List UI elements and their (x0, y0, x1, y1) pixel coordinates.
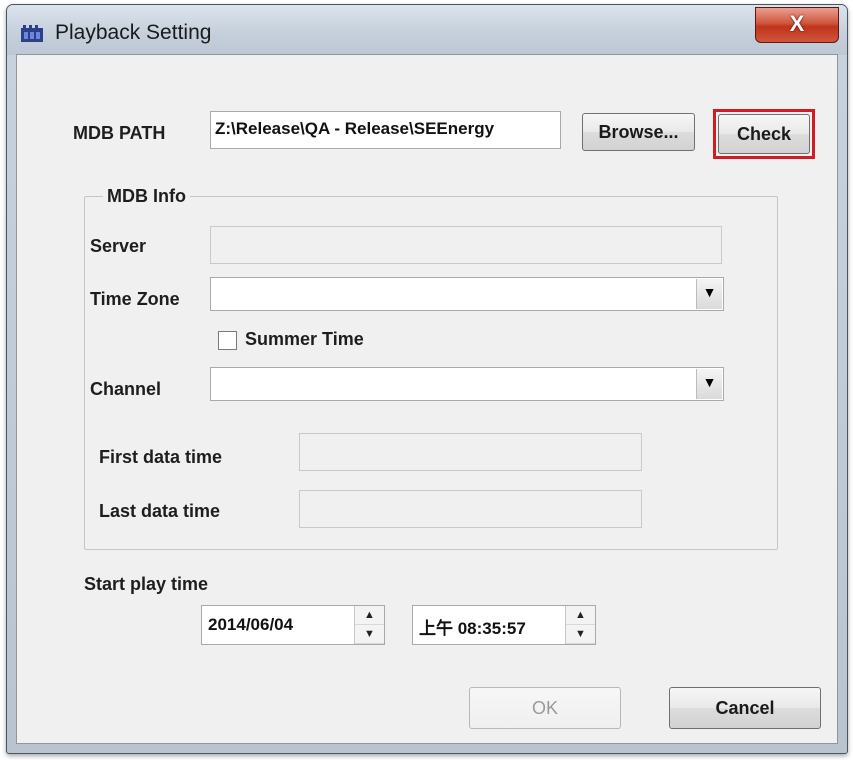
server-field (210, 226, 722, 264)
chevron-down-icon[interactable]: ▼ (696, 369, 722, 399)
channel-label: Channel (90, 379, 162, 399)
arrow-down-icon[interactable]: ▼ (355, 625, 384, 644)
cancel-button[interactable]: Cancel (669, 687, 821, 729)
summer-time-checkbox[interactable] (218, 331, 237, 350)
first-data-time-label: First data time (99, 447, 223, 467)
start-date-value[interactable]: 2014/06/04 (208, 615, 293, 635)
window-title: Playback Setting (55, 21, 212, 44)
time-zone-label: Time Zone (90, 289, 180, 309)
dialog-body: MDB PATH Z:\Release\QA - Release\SEEnerg… (16, 54, 838, 744)
time-zone-select[interactable]: ▼ (210, 277, 724, 311)
first-data-time-field (299, 433, 642, 471)
date-spinner[interactable]: ▲ ▼ (354, 606, 384, 644)
arrow-down-icon[interactable]: ▼ (566, 625, 595, 644)
title-bar[interactable]: Playback Setting X (7, 5, 847, 55)
start-time-value[interactable]: 上午 08:35:57 (419, 614, 526, 639)
arrow-up-icon[interactable]: ▲ (355, 606, 384, 625)
check-button[interactable]: Check (718, 114, 810, 154)
last-data-time-field (299, 490, 642, 528)
time-spinner[interactable]: ▲ ▼ (565, 606, 595, 644)
last-data-time-label: Last data time (99, 501, 221, 521)
start-date-picker[interactable]: 2014/06/04 ▲ ▼ (201, 605, 385, 645)
film-strip-icon (21, 25, 43, 42)
playback-setting-dialog: Playback Setting X MDB PATH Z:\Release\Q… (6, 4, 848, 754)
close-button[interactable]: X (755, 7, 839, 43)
ok-button[interactable]: OK (469, 687, 621, 729)
server-label: Server (90, 236, 147, 256)
summer-time-label: Summer Time (245, 329, 364, 349)
close-icon: X (789, 11, 805, 36)
mdb-path-input[interactable]: Z:\Release\QA - Release\SEEnergy (210, 111, 561, 149)
mdb-info-group-label: MDB Info (103, 186, 190, 207)
mdb-path-label: MDB PATH (73, 123, 166, 143)
browse-button[interactable]: Browse... (582, 113, 695, 151)
start-time-picker[interactable]: 上午 08:35:57 ▲ ▼ (412, 605, 596, 645)
channel-select[interactable]: ▼ (210, 367, 724, 401)
start-play-time-label: Start play time (84, 574, 209, 594)
arrow-up-icon[interactable]: ▲ (566, 606, 595, 625)
chevron-down-icon[interactable]: ▼ (696, 279, 722, 309)
